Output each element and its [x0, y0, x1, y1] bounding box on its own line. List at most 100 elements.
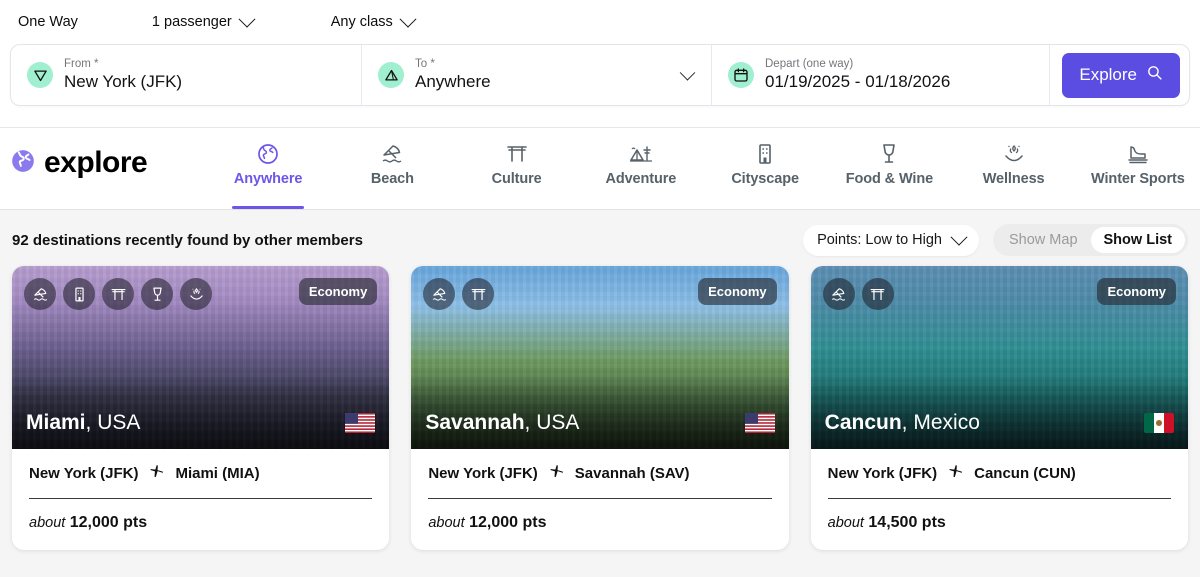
category-label: Wellness	[982, 171, 1045, 187]
torii-gate-icon	[462, 278, 495, 310]
category-culture[interactable]: Culture	[455, 128, 579, 209]
search-icon	[1146, 64, 1163, 86]
category-badges	[423, 278, 495, 310]
origin-value: New York (JFK)	[64, 72, 183, 92]
search-panel: One Way 1 passenger Any class From * New…	[0, 0, 1200, 128]
show-map-button[interactable]: Show Map	[996, 227, 1091, 253]
destination-field[interactable]: To * Anywhere	[362, 45, 712, 105]
route-origin: New York (JFK)	[827, 465, 938, 482]
destination-card[interactable]: Economy Miami, USA New York (JFK) Miami …	[12, 266, 390, 550]
city-name: Miami	[26, 411, 86, 434]
country-name: Mexico	[913, 411, 980, 434]
globe-icon	[10, 148, 36, 179]
category-adventure[interactable]: Adventure	[579, 128, 703, 209]
cabin-class-selector[interactable]: Any class	[325, 10, 420, 34]
destination-icon	[378, 62, 404, 88]
points-prefix: about	[29, 515, 66, 531]
category-label: Anywhere	[233, 171, 303, 187]
plane-icon	[548, 463, 565, 484]
category-label: Culture	[491, 171, 542, 187]
destination-card[interactable]: Economy Cancun, Mexico New York (JFK) Ca…	[810, 266, 1188, 550]
origin-field[interactable]: From * New York (JFK)	[11, 45, 362, 105]
mountain-tent-icon	[628, 140, 654, 166]
category-wellness[interactable]: Wellness	[952, 128, 1076, 209]
destination-card[interactable]: Economy Savannah, USA New York (JFK) Sav…	[411, 266, 789, 550]
category-cityscape[interactable]: Cityscape	[703, 128, 827, 209]
plane-icon	[947, 463, 964, 484]
category-food-and-wine[interactable]: Food & Wine	[827, 128, 951, 209]
category-list: Anywhere Beach Culture Adventure Citysca…	[206, 128, 1200, 209]
plane-icon	[148, 463, 165, 484]
card-body: New York (JFK) Miami (MIA) about 12,000 …	[12, 449, 389, 550]
category-anywhere[interactable]: Anywhere	[206, 128, 330, 209]
passenger-selector[interactable]: 1 passenger	[146, 10, 259, 34]
cabin-badge: Economy	[298, 278, 378, 305]
destination-card-list: Economy Miami, USA New York (JFK) Miami …	[0, 266, 1200, 550]
trip-options-row: One Way 1 passenger Any class	[10, 0, 1190, 44]
beach-umbrella-icon	[380, 140, 404, 166]
city-title: Cancun, Mexico	[824, 411, 980, 434]
route-row: New York (JFK) Cancun (CUN)	[828, 463, 1171, 498]
sort-dropdown[interactable]: Points: Low to High	[803, 224, 979, 256]
city-row: Savannah, USA	[411, 411, 788, 435]
destination-image: Economy Savannah, USA	[411, 266, 789, 449]
city-name: Savannah	[425, 411, 525, 434]
sort-label: Points: Low to High	[817, 232, 942, 248]
card-body: New York (JFK) Savannah (SAV) about 12,0…	[411, 449, 788, 550]
wine-glass-icon	[877, 140, 901, 166]
view-toggle: Show Map Show List	[993, 224, 1188, 256]
points-value: 12,000 pts	[469, 514, 547, 531]
points-value: 12,000 pts	[69, 514, 148, 531]
show-list-button[interactable]: Show List	[1090, 227, 1185, 253]
destination-label: To *	[415, 57, 435, 70]
beach-umbrella-icon	[423, 278, 456, 310]
category-label: Winter Sports	[1091, 171, 1185, 187]
trip-type-selector[interactable]: One Way	[12, 10, 84, 34]
torii-gate-icon	[505, 140, 529, 166]
us-flag	[744, 413, 775, 433]
points-prefix: about	[827, 515, 864, 531]
category-beach[interactable]: Beach	[330, 128, 454, 209]
route-origin: New York (JFK)	[428, 465, 538, 482]
points-row: about 14,500 pts	[828, 499, 1171, 532]
origin-label: From *	[64, 57, 99, 70]
route-destination: Miami (MIA)	[175, 465, 260, 482]
category-badges	[822, 278, 894, 310]
points-value: 14,500 pts	[868, 514, 946, 531]
category-badges	[24, 278, 212, 310]
cabin-class-label: Any class	[330, 14, 393, 30]
results-count: 92 destinations recently found by other …	[12, 231, 363, 249]
points-row: about 12,000 pts	[29, 499, 372, 532]
mx-flag	[1143, 413, 1174, 433]
beach-umbrella-icon	[822, 278, 855, 310]
destination-image: Economy Miami, USA	[12, 266, 390, 449]
send-origin-icon	[27, 62, 53, 88]
torii-gate-icon	[861, 278, 894, 310]
category-winter-sports[interactable]: Winter Sports	[1076, 128, 1200, 209]
points-row: about 12,000 pts	[428, 499, 771, 532]
chevron-down-icon	[238, 10, 256, 28]
points-prefix: about	[428, 515, 465, 531]
trip-type-label: One Way	[18, 14, 78, 30]
spa-lotus-hand-icon	[180, 278, 212, 310]
globe-icon	[256, 140, 280, 166]
route-row: New York (JFK) Miami (MIA)	[29, 463, 372, 498]
route-row: New York (JFK) Savannah (SAV)	[428, 463, 771, 498]
explore-logo[interactable]: explore	[10, 128, 206, 210]
chevron-down-icon[interactable]	[679, 65, 696, 81]
destination-image: Economy Cancun, Mexico	[810, 266, 1188, 449]
card-body: New York (JFK) Cancun (CUN) about 14,500…	[811, 449, 1188, 550]
active-tab-underline	[232, 206, 305, 209]
explore-button-wrap: Explore	[1050, 45, 1189, 105]
results-header: 92 destinations recently found by other …	[0, 210, 1200, 266]
route-destination: Cancun (CUN)	[974, 465, 1076, 482]
us-flag	[345, 413, 376, 433]
depart-date-field[interactable]: Depart (one way) 01/19/2025 - 01/18/2026	[712, 45, 1051, 105]
passenger-label: 1 passenger	[151, 14, 232, 30]
spa-lotus-hand-icon	[1002, 140, 1026, 166]
destination-value: Anywhere	[415, 72, 491, 92]
explore-button[interactable]: Explore	[1062, 52, 1180, 98]
route-origin: New York (JFK)	[29, 465, 139, 482]
depart-label: Depart (one way)	[765, 57, 854, 70]
brand-wordmark: explore	[44, 146, 148, 179]
